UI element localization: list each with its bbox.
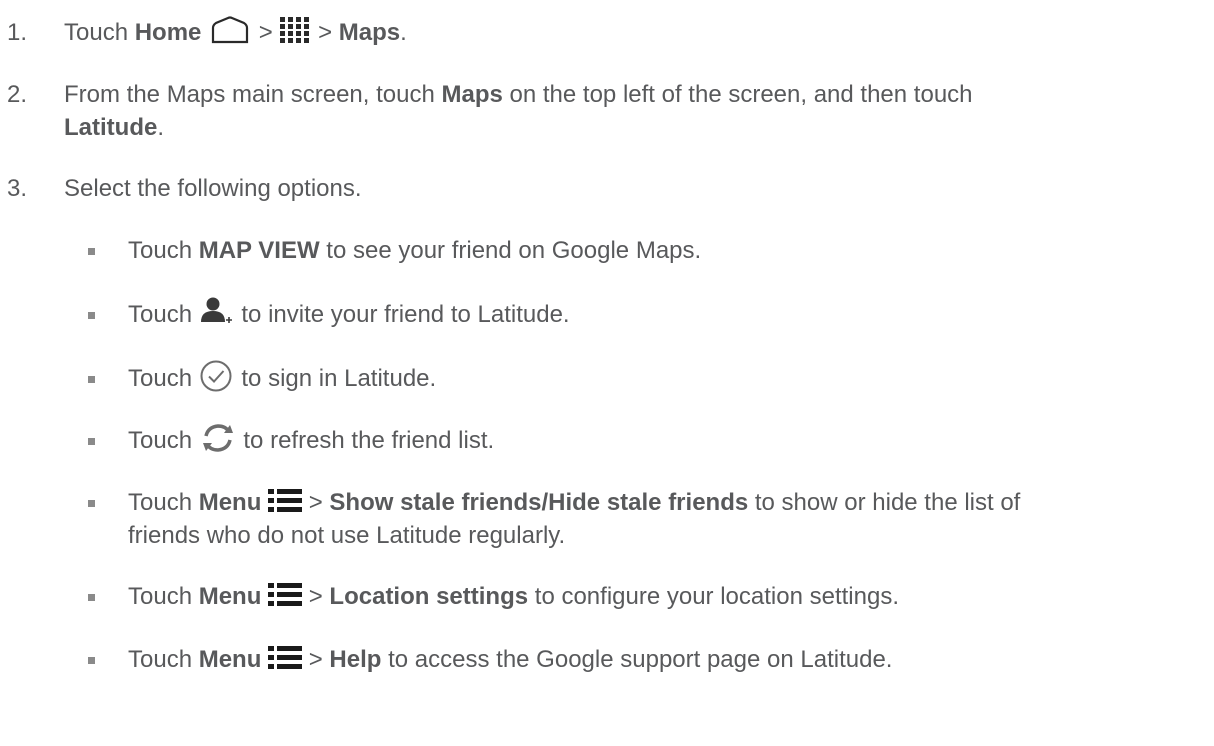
apps-grid-icon bbox=[280, 16, 310, 43]
step-number: 2. bbox=[7, 81, 28, 108]
menu-icon bbox=[268, 645, 303, 669]
bullet-marker bbox=[88, 657, 95, 664]
maps-label: Maps bbox=[338, 19, 401, 46]
add-person-icon bbox=[200, 297, 232, 323]
step-number: 3. bbox=[7, 175, 28, 202]
home-icon bbox=[211, 16, 249, 43]
menu-icon bbox=[268, 582, 303, 606]
location-settings-label: Location settings bbox=[329, 583, 529, 610]
bullet-marker bbox=[88, 312, 95, 319]
step-text: Select the following options. bbox=[64, 175, 362, 202]
menu-label: Menu bbox=[198, 646, 262, 673]
maps-label: Maps bbox=[441, 81, 503, 108]
bullet-marker bbox=[88, 376, 95, 383]
map-view-label: MAP VIEW bbox=[198, 237, 320, 264]
bullet-marker bbox=[88, 248, 95, 255]
menu-label: Menu bbox=[198, 583, 262, 610]
step-number: 1. bbox=[7, 19, 28, 46]
step-text: Touch bbox=[64, 19, 135, 46]
help-label: Help bbox=[329, 646, 382, 673]
home-label: Home bbox=[134, 19, 202, 46]
separator: > bbox=[311, 19, 339, 46]
check-circle-icon bbox=[200, 360, 232, 392]
bullet-marker bbox=[88, 438, 95, 445]
bullet-marker bbox=[88, 594, 95, 601]
stale-friends-label: Show stale friends/Hide stale friends bbox=[329, 489, 749, 516]
bullet-marker bbox=[88, 500, 95, 507]
separator: > bbox=[252, 19, 280, 46]
latitude-label: Latitude bbox=[64, 114, 158, 141]
refresh-icon bbox=[202, 423, 233, 452]
menu-icon bbox=[268, 488, 303, 512]
menu-label: Menu bbox=[198, 489, 262, 516]
